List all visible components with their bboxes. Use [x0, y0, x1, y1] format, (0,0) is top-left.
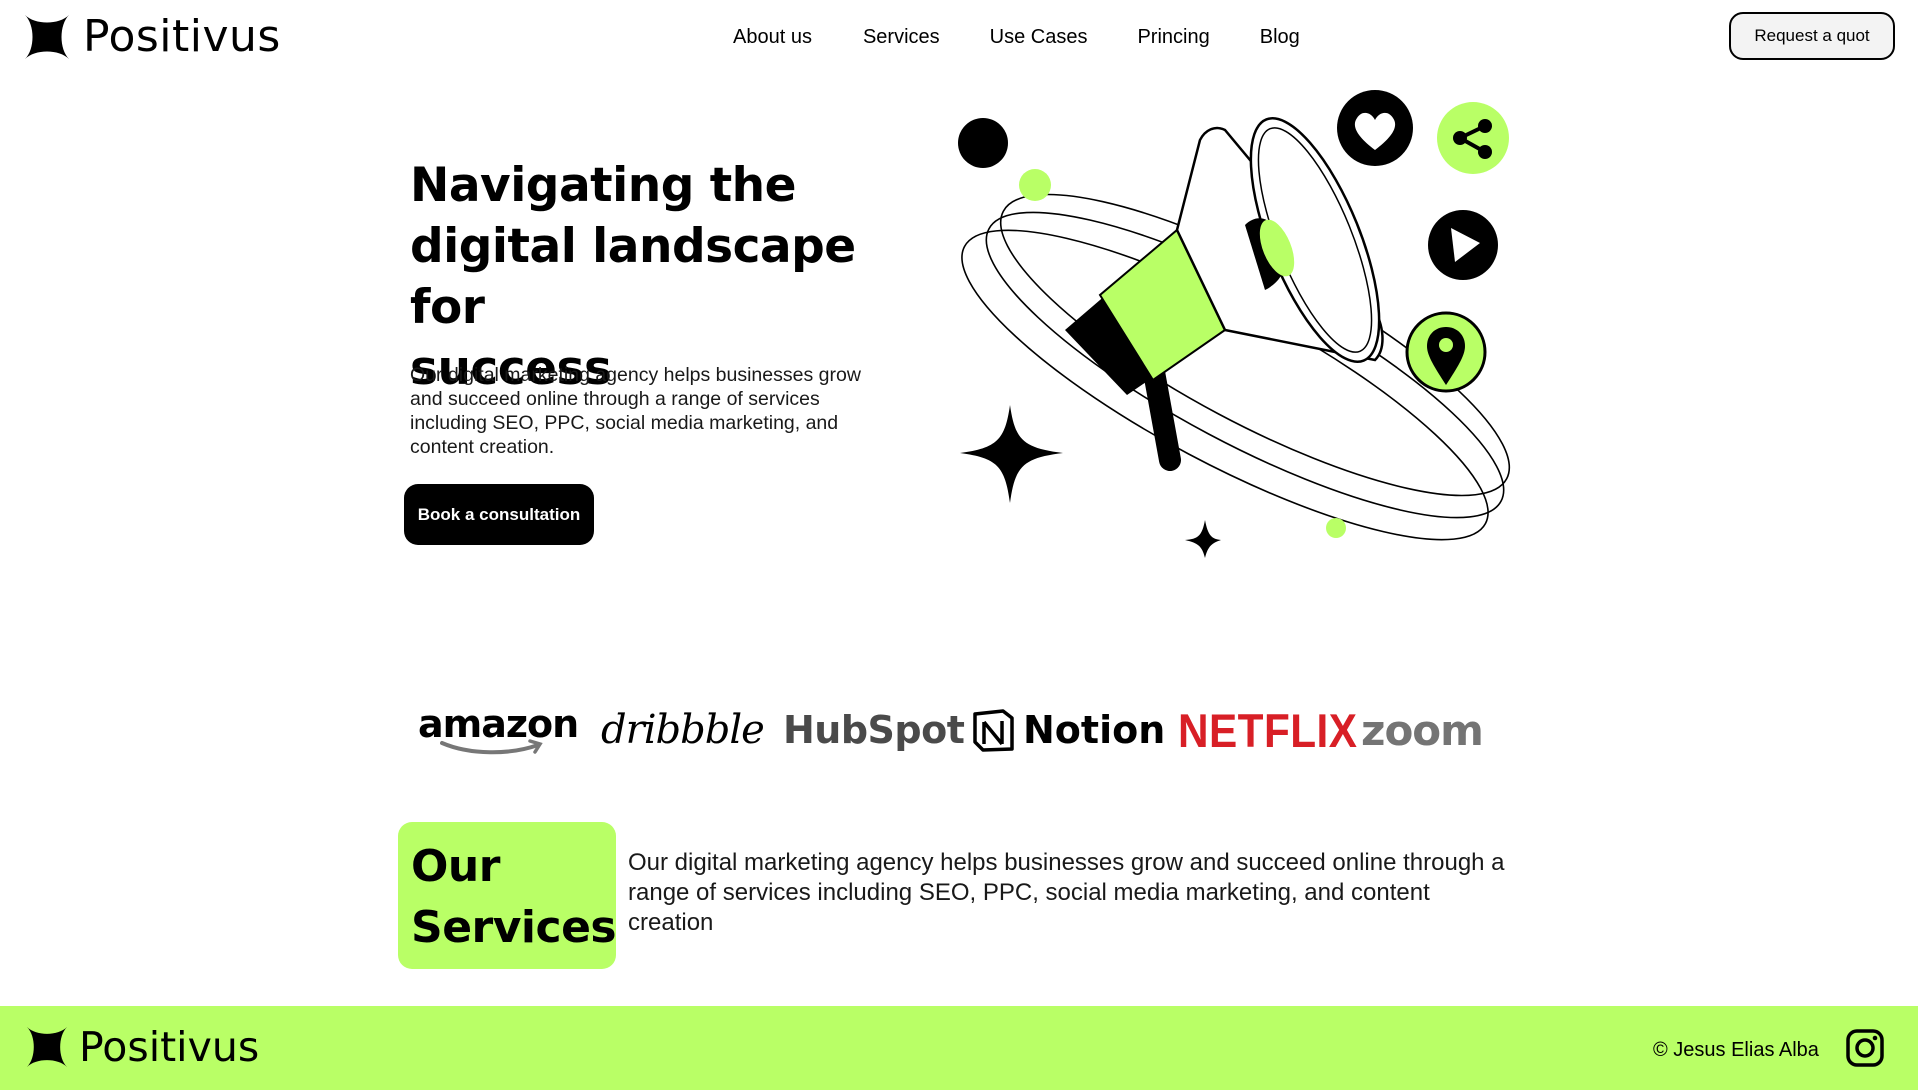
partner-logos: amazon dribbble HubSpot Notion NETFLIX z…: [418, 700, 1508, 760]
hero-title-line: Navigating the: [410, 158, 797, 213]
services-heading-line: Our: [411, 841, 500, 892]
location-pin-icon: [1405, 311, 1487, 393]
services-description: Our digital marketing agency helps busin…: [628, 849, 1505, 936]
notion-logo: Notion: [971, 700, 1165, 760]
services-heading-line: Services: [411, 902, 617, 953]
book-consultation-button[interactable]: Book a consultation: [404, 484, 594, 545]
services-heading: Our Services: [398, 822, 617, 969]
footer: Positivus © Jesus Elias Alba: [0, 1006, 1918, 1090]
request-quote-button[interactable]: Request a quot: [1729, 12, 1895, 60]
footer-brand-name: Positivus: [79, 1023, 260, 1071]
green-dot: [1326, 518, 1346, 538]
zoom-logo: zoom: [1361, 705, 1484, 755]
instagram-link[interactable]: [1845, 1028, 1885, 1073]
sparkle-icon: [960, 405, 1063, 503]
play-icon: [1428, 210, 1498, 280]
brand-name: Positivus: [83, 11, 281, 62]
black-dot: [958, 118, 1008, 168]
amazon-wordmark: amazon: [418, 702, 579, 746]
nav-blog[interactable]: Blog: [1260, 24, 1300, 50]
instagram-icon: [1846, 1029, 1884, 1067]
nav-pricing[interactable]: Princing: [1137, 24, 1209, 50]
netflix-logo: NETFLIX: [1178, 703, 1358, 757]
amazon-smile-icon: [440, 739, 543, 755]
hero-description: Our digital marketing agency helps busin…: [410, 364, 861, 458]
star-sparkle-icon: [27, 1027, 67, 1067]
hubspot-logo: HubSpot: [783, 708, 965, 752]
green-dot: [1019, 169, 1051, 201]
hero-title-line: digital landscape for: [410, 219, 856, 335]
heart-icon: [1337, 90, 1413, 166]
nav-use-cases[interactable]: Use Cases: [990, 24, 1088, 50]
main-nav: About us Services Use Cases Princing Blo…: [733, 24, 1300, 50]
nav-about-us[interactable]: About us: [733, 24, 812, 50]
copyright-text: © Jesus Elias Alba: [1653, 1039, 1819, 1061]
nav-services[interactable]: Services: [863, 24, 940, 50]
notion-icon: [973, 709, 1014, 752]
dribbble-logo: dribbble: [601, 707, 765, 753]
star-sparkle-icon: [25, 15, 69, 59]
notion-wordmark: Notion: [1023, 708, 1166, 752]
amazon-logo: amazon: [418, 700, 579, 760]
site-logo[interactable]: Positivus: [25, 12, 281, 62]
hero-illustration: [958, 90, 1511, 558]
footer-logo[interactable]: Positivus: [27, 1022, 259, 1072]
sparkle-icon: [1185, 520, 1221, 558]
share-icon: [1437, 102, 1509, 174]
